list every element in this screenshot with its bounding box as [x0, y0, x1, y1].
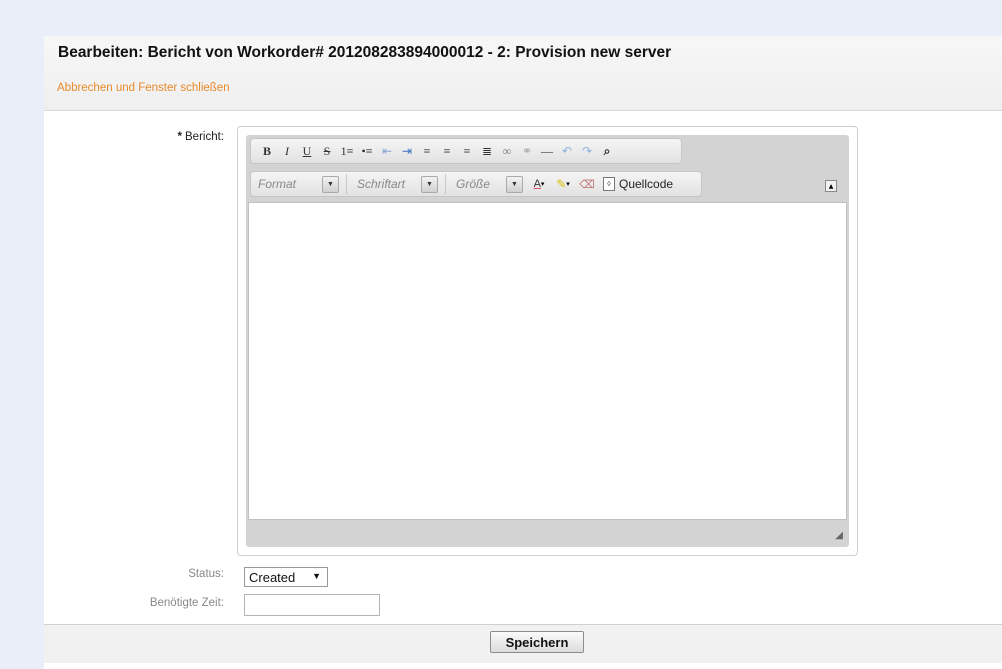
dialog-header: Bearbeiten: Bericht von Workorder# 20120… [44, 36, 1002, 111]
align-justify-icon[interactable]: ≣ [477, 141, 497, 161]
strikethrough-button[interactable]: S [317, 141, 337, 161]
status-select[interactable]: Created ▼ [244, 567, 328, 587]
font-combo[interactable]: Schriftart ▼ [350, 173, 442, 195]
editor-toolbar-row-1: B I U S 1≡ •≡ ⇤ ⇥ ≡ ≡ ≡ ≣ ∞ ⚭ — ↶ ↷ ⌕ [250, 138, 682, 164]
time-input[interactable] [244, 594, 380, 616]
dialog-footer: Speichern [44, 624, 1002, 663]
numbered-list-icon[interactable]: 1≡ [337, 141, 357, 161]
bericht-label: * Bericht: [178, 131, 224, 143]
resize-handle-icon[interactable]: ◢ [835, 530, 843, 541]
source-code-label: Quellcode [619, 177, 674, 191]
outdent-icon[interactable]: ⇤ [377, 141, 397, 161]
required-mark: * [177, 131, 182, 143]
highlight-color-button[interactable]: ✎ ▾ [551, 174, 575, 194]
save-button[interactable]: Speichern [490, 631, 584, 653]
text-color-icon: A [533, 178, 541, 190]
chevron-down-icon: ▼ [421, 176, 438, 193]
align-center-icon[interactable]: ≡ [437, 141, 457, 161]
undo-icon[interactable]: ↶ [557, 141, 577, 161]
document-icon: ◊ [603, 177, 615, 191]
chevron-down-icon: ▼ [322, 176, 339, 193]
outer-background [0, 0, 44, 669]
collapse-toolbar-button[interactable]: ▲ [825, 180, 837, 192]
redo-icon[interactable]: ↷ [577, 141, 597, 161]
status-select-value: Created [249, 569, 296, 585]
unlink-icon[interactable]: ⚭ [517, 141, 537, 161]
highlighter-icon: ✎ [556, 177, 567, 191]
editor-toolbar-row-2: Format ▼ Schriftart ▼ Größe ▼ A▾ ✎▾ ⌫ [250, 171, 702, 197]
rich-text-editor: B I U S 1≡ •≡ ⇤ ⇥ ≡ ≡ ≡ ≣ ∞ ⚭ — ↶ ↷ ⌕ Format ▼ Schriftart… [237, 126, 858, 556]
bericht-label-text: Bericht: [185, 131, 224, 143]
font-combo-label: Schriftart [357, 177, 406, 191]
link-icon[interactable]: ∞ [497, 141, 517, 161]
chevron-down-icon: ▼ [312, 571, 321, 581]
chevron-down-icon: ▼ [506, 176, 523, 193]
indent-icon[interactable]: ⇥ [397, 141, 417, 161]
cancel-and-close-link[interactable]: Abbrechen und Fenster schließen [57, 82, 230, 94]
bold-button[interactable]: B [257, 141, 277, 161]
underline-button[interactable]: U [297, 141, 317, 161]
bulleted-list-icon[interactable]: •≡ [357, 141, 377, 161]
align-right-icon[interactable]: ≡ [457, 141, 477, 161]
top-strip [0, 0, 1002, 36]
status-label: Status: [188, 568, 224, 580]
toolbar-separator [445, 174, 446, 194]
remove-format-button[interactable]: ⌫ [575, 174, 599, 194]
chevron-down-icon: ▾ [566, 180, 570, 188]
eraser-icon: ⌫ [579, 177, 595, 191]
size-combo-label: Größe [456, 177, 491, 191]
find-icon[interactable]: ⌕ [597, 141, 617, 161]
format-combo-label: Format [258, 177, 297, 191]
chevron-down-icon: ▾ [540, 180, 545, 188]
align-left-icon[interactable]: ≡ [417, 141, 437, 161]
time-label: Benötigte Zeit: [149, 597, 224, 609]
horizontal-rule-icon[interactable]: — [537, 141, 557, 161]
editor-content-area[interactable] [248, 202, 847, 520]
format-combo[interactable]: Format ▼ [251, 173, 343, 195]
italic-button[interactable]: I [277, 141, 297, 161]
editor-frame: B I U S 1≡ •≡ ⇤ ⇥ ≡ ≡ ≡ ≣ ∞ ⚭ — ↶ ↷ ⌕ Format ▼ Schriftart… [246, 135, 849, 547]
page-title: Bearbeiten: Bericht von Workorder# 20120… [58, 44, 672, 61]
source-code-button[interactable]: ◊ Quellcode [603, 177, 673, 191]
toolbar-separator [346, 174, 347, 194]
size-combo[interactable]: Größe ▼ [449, 173, 527, 195]
text-color-button[interactable]: A ▾ [527, 174, 551, 194]
